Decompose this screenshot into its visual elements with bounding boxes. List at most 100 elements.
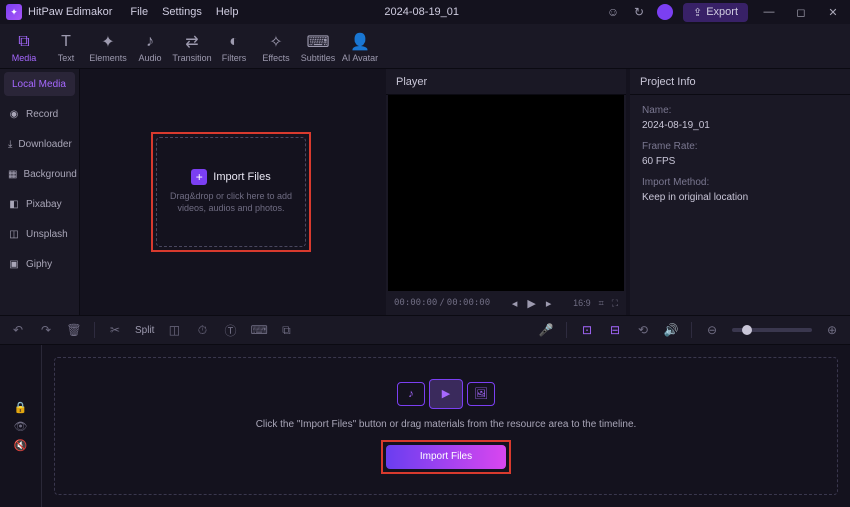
snap-icon[interactable]: ⊟ bbox=[607, 323, 623, 337]
link-icon[interactable]: ⟲ bbox=[635, 323, 651, 337]
sidebar-item-label: Unsplash bbox=[26, 229, 68, 240]
menubar: File Settings Help bbox=[130, 6, 238, 18]
history-icon[interactable]: ↻ bbox=[631, 4, 647, 20]
menu-settings[interactable]: Settings bbox=[162, 6, 202, 18]
app-name: HitPaw Edimakor bbox=[28, 6, 112, 18]
tool-effects[interactable]: ✧Effects bbox=[256, 28, 296, 68]
tool-aiavatar[interactable]: 👤AI Avatar bbox=[340, 28, 380, 68]
eye-track-icon[interactable]: 👁 bbox=[14, 420, 28, 433]
text-tool-icon[interactable]: Ⓣ bbox=[222, 322, 238, 339]
zoom-in-icon[interactable]: ⊕ bbox=[824, 323, 840, 337]
mic-icon[interactable]: 🎤 bbox=[538, 323, 554, 337]
importmethod-value: Keep in original location bbox=[642, 192, 838, 203]
export-icon: ⇪ bbox=[693, 6, 702, 19]
time-current: 00:00:00 bbox=[394, 298, 437, 308]
tool-media[interactable]: ⧉Media bbox=[4, 28, 44, 68]
sidebar-item-label: Record bbox=[26, 109, 58, 120]
marker-icon[interactable]: ⊡ bbox=[579, 323, 595, 337]
sidebar: Local Media ◉ Record ⤓Downloader▦Background… bbox=[0, 69, 80, 315]
mute-track-icon[interactable]: 🔇 bbox=[14, 439, 28, 452]
import-title: Import Files bbox=[213, 171, 270, 183]
sidebar-item-giphy[interactable]: ▣Giphy bbox=[0, 249, 79, 279]
copy-icon[interactable]: ⧉ bbox=[278, 323, 294, 338]
fullscreen-icon[interactable]: ⛶ bbox=[612, 298, 618, 309]
import-files-highlight: Import Files bbox=[381, 440, 511, 474]
delete-icon[interactable]: 🗑 bbox=[66, 323, 82, 337]
tool-audio[interactable]: ♪Audio bbox=[130, 28, 170, 68]
import-dropzone[interactable]: + Import Files Drag&drop or click here t… bbox=[156, 137, 306, 247]
tool-label: Subtitles bbox=[301, 53, 336, 63]
framerate-value: 60 FPS bbox=[642, 156, 838, 167]
tool-text[interactable]: T Text bbox=[46, 28, 86, 68]
project-info-panel: Project Info Name: 2024-08-19_01 Frame R… bbox=[630, 69, 850, 315]
record-icon: ◉ bbox=[8, 109, 20, 120]
timeline-dropzone[interactable]: ♪ ▶ 🖼 Click the "Import Files" button or… bbox=[54, 357, 838, 495]
caption-icon[interactable]: ⌨ bbox=[250, 323, 266, 337]
name-value: 2024-08-19_01 bbox=[642, 120, 838, 131]
zoom-out-icon[interactable]: ⊖ bbox=[704, 323, 720, 337]
aspect-ratio[interactable]: 16:9 bbox=[573, 298, 591, 308]
redo-icon[interactable]: ↷ bbox=[38, 323, 54, 337]
audio-icon: ♪ bbox=[146, 33, 154, 51]
next-frame-icon[interactable]: ▸ bbox=[546, 297, 552, 310]
sidebar-item-label: Giphy bbox=[26, 259, 52, 270]
sidebar-item-downloader[interactable]: ⤓Downloader bbox=[0, 129, 79, 159]
player-viewport[interactable] bbox=[388, 95, 624, 291]
media-area: + Import Files Drag&drop or click here t… bbox=[80, 69, 382, 315]
lock-track-icon[interactable]: 🔒 bbox=[14, 401, 28, 414]
effects-icon: ✧ bbox=[269, 33, 282, 51]
tool-elements[interactable]: ✦Elements bbox=[88, 28, 128, 68]
player-controls: 00:00:00 / 00:00:00 ◂ ▶ ▸ 16:9 ⌗ ⛶ bbox=[386, 291, 626, 315]
tool-label: Transition bbox=[172, 53, 211, 63]
tool-transition[interactable]: ⇄ Transition bbox=[172, 28, 212, 68]
music-deco-icon: ♪ bbox=[397, 382, 425, 406]
avatar[interactable] bbox=[657, 4, 673, 20]
menu-help[interactable]: Help bbox=[216, 6, 239, 18]
sidebar-item-background[interactable]: ▦Background bbox=[0, 159, 79, 189]
track-headers: 🔒 👁 🔇 bbox=[0, 345, 42, 507]
undo-icon[interactable]: ↶ bbox=[10, 323, 26, 337]
split-icon[interactable]: ✂ bbox=[107, 323, 123, 337]
timeline: 🔒 👁 🔇 ♪ ▶ 🖼 Click the "Import Files" but… bbox=[0, 345, 850, 507]
timeline-hint: Click the "Import Files" button or drag … bbox=[256, 419, 637, 430]
prev-frame-icon[interactable]: ◂ bbox=[512, 297, 518, 310]
crop-icon[interactable]: ◫ bbox=[166, 323, 182, 337]
sidebar-item-unsplash[interactable]: ◫ Unsplash bbox=[0, 219, 79, 249]
player-panel: Player 00:00:00 / 00:00:00 ◂ ▶ ▸ 16:9 ⌗ … bbox=[386, 69, 626, 315]
sidebar-item-record[interactable]: ◉ Record bbox=[0, 99, 79, 129]
unsplash-icon: ◫ bbox=[8, 229, 20, 240]
speed-icon[interactable]: ⏱ bbox=[194, 323, 210, 338]
image-deco-icon: 🖼 bbox=[467, 382, 495, 406]
tool-filters[interactable]: ◐ Filters bbox=[214, 28, 254, 68]
tool-label: AI Avatar bbox=[342, 53, 378, 63]
filters-icon: ◐ bbox=[229, 33, 239, 51]
transition-icon: ⇄ bbox=[185, 33, 198, 51]
play-deco-icon: ▶ bbox=[429, 379, 463, 409]
sidebar-item-local[interactable]: Local Media bbox=[4, 72, 75, 96]
framerate-label: Frame Rate: bbox=[642, 141, 838, 152]
elements-icon: ✦ bbox=[101, 33, 114, 51]
maximize-icon[interactable]: ◻ bbox=[790, 2, 812, 22]
split-label[interactable]: Split bbox=[135, 325, 154, 336]
player-title: Player bbox=[386, 69, 626, 95]
feedback-icon[interactable]: ☺ bbox=[605, 4, 621, 20]
tool-subtitles[interactable]: ⌨Subtitles bbox=[298, 28, 338, 68]
sidebar-item-label: Downloader bbox=[18, 139, 71, 150]
sidebar-item-label: Local Media bbox=[12, 79, 66, 90]
menu-file[interactable]: File bbox=[130, 6, 148, 18]
minimize-icon[interactable]: — bbox=[758, 2, 780, 22]
toolbar: ⧉Media T Text ✦Elements♪Audio ⇄ Transition ◐ Fi… bbox=[0, 24, 850, 69]
tool-label: Text bbox=[58, 53, 75, 63]
plus-icon: + bbox=[191, 169, 207, 185]
tool-label: Filters bbox=[222, 53, 247, 63]
zoom-slider[interactable] bbox=[732, 328, 812, 332]
sidebar-item-pixabay[interactable]: ◧Pixabay bbox=[0, 189, 79, 219]
play-icon[interactable]: ▶ bbox=[527, 297, 535, 310]
export-button[interactable]: ⇪ Export bbox=[683, 3, 748, 22]
sound-icon[interactable]: 🔊 bbox=[663, 323, 679, 337]
close-icon[interactable]: ✕ bbox=[822, 2, 844, 22]
pixabay-icon: ◧ bbox=[8, 199, 20, 210]
text-icon: T bbox=[61, 33, 71, 51]
import-files-button[interactable]: Import Files bbox=[386, 445, 506, 469]
snapshot-icon[interactable]: ⌗ bbox=[599, 298, 604, 309]
